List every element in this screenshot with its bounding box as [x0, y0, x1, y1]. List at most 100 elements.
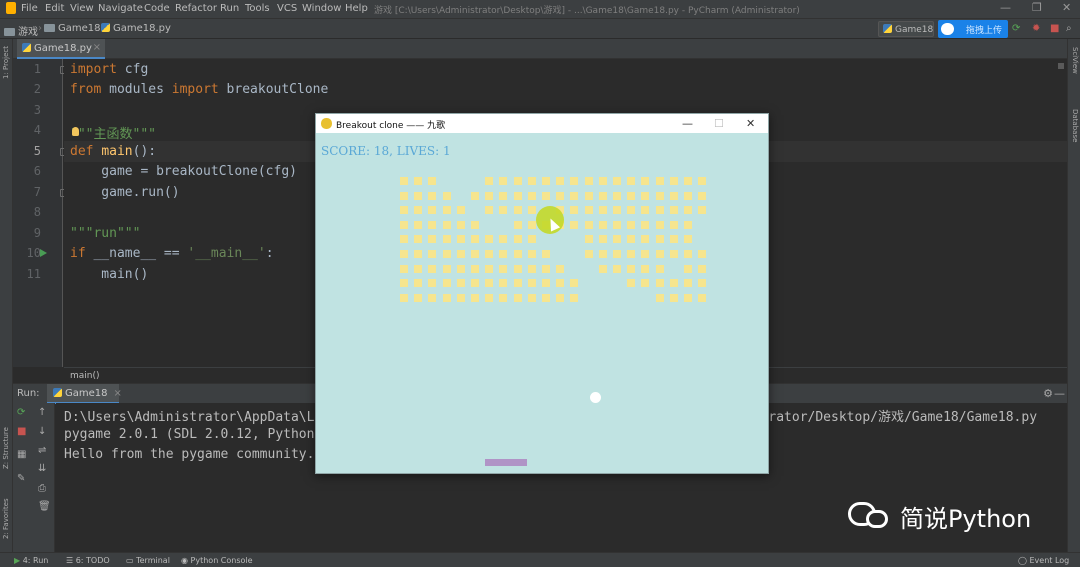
brick: [414, 265, 422, 273]
stop-icon[interactable]: ■: [1050, 23, 1059, 34]
event-log-tool-button[interactable]: ◯ Event Log: [1018, 556, 1069, 565]
brick: [542, 250, 550, 258]
line-number: 8: [33, 205, 41, 219]
restore-icon[interactable]: ❐: [1032, 1, 1042, 14]
tab-game18-py[interactable]: Game18.py ×: [17, 39, 105, 59]
brick: [400, 177, 408, 185]
down-icon[interactable]: ↓: [38, 426, 46, 437]
menu-vcs[interactable]: VCS: [277, 3, 297, 14]
brick: [485, 192, 493, 200]
brick: [471, 250, 479, 258]
brick: [585, 235, 593, 243]
brick: [656, 221, 664, 229]
brick: [556, 192, 564, 200]
database-tool-button[interactable]: Database: [1071, 109, 1079, 142]
watermark-text: 简说Python: [900, 505, 1032, 533]
close-icon[interactable]: ✕: [1062, 1, 1071, 14]
run-toolbar: ⟳ ↑ ■ ↓ ⇌ ▦ ⇊ ✎ ⎙ 🗑: [13, 403, 55, 552]
sciview-tool-button[interactable]: SciView: [1071, 47, 1079, 74]
brick: [457, 265, 465, 273]
trash-icon[interactable]: 🗑: [38, 501, 51, 512]
brick: [414, 206, 422, 214]
brick: [514, 294, 522, 302]
rerun-icon[interactable]: ⟳: [17, 407, 25, 418]
brick: [570, 294, 578, 302]
favorites-tool-button[interactable]: 2: Favorites: [2, 498, 10, 539]
brick: [641, 206, 649, 214]
brick: [499, 206, 507, 214]
brick: [485, 235, 493, 243]
search-icon[interactable]: ⌕: [1066, 23, 1072, 34]
breadcrumb-file[interactable]: Game18.py: [101, 23, 171, 34]
soft-wrap-icon[interactable]: ⇌: [38, 445, 46, 456]
brick: [471, 265, 479, 273]
game-maximize-icon[interactable]: ☐: [714, 117, 724, 130]
project-tool-button[interactable]: 1: Project: [2, 46, 10, 79]
brick: [499, 192, 507, 200]
menu-help[interactable]: Help: [345, 3, 368, 14]
menu-refactor[interactable]: Refactor: [175, 3, 217, 14]
intention-bulb-icon[interactable]: [72, 127, 79, 136]
menu-tools[interactable]: Tools: [245, 3, 270, 14]
menu-edit[interactable]: Edit: [45, 3, 64, 14]
scroll-to-end-icon[interactable]: ⇊: [38, 463, 46, 474]
print-icon[interactable]: ⎙: [38, 483, 46, 494]
game-window-titlebar[interactable]: Breakout clone —— 九歌 — ☐ ✕: [316, 114, 768, 133]
menu-file[interactable]: File: [21, 3, 38, 14]
gear-icon[interactable]: ⚙: [1043, 387, 1053, 400]
layout-icon[interactable]: ▦: [17, 449, 26, 460]
brick: [585, 206, 593, 214]
minimize-icon[interactable]: —: [1000, 1, 1011, 14]
brick: [542, 294, 550, 302]
menu-view[interactable]: View: [70, 3, 94, 14]
close-tab-icon[interactable]: ×: [93, 42, 101, 53]
game-close-icon[interactable]: ✕: [746, 117, 755, 130]
run-tool-button[interactable]: ▶ 4: Run: [14, 556, 48, 565]
menu-window[interactable]: Window: [302, 3, 341, 14]
brick: [499, 279, 507, 287]
run-icon[interactable]: ⟳: [1012, 23, 1020, 34]
run-tab-game18[interactable]: Game18 ×: [47, 384, 122, 404]
brick: [471, 192, 479, 200]
debug-icon[interactable]: ✹: [1032, 23, 1040, 34]
breadcrumb-folder[interactable]: Game18: [44, 23, 101, 34]
brick: [627, 221, 635, 229]
brick: [698, 294, 706, 302]
paddle[interactable]: [485, 459, 527, 466]
run-gutter-icon[interactable]: [40, 249, 47, 257]
game-minimize-icon[interactable]: —: [682, 117, 693, 130]
brick: [613, 235, 621, 243]
terminal-icon: ▭: [126, 556, 137, 565]
pin-icon[interactable]: ✎: [17, 473, 25, 484]
menu-run[interactable]: Run: [220, 3, 239, 14]
run-configuration-select[interactable]: Game18: [878, 21, 934, 37]
brick: [542, 279, 550, 287]
line-number: 9: [33, 226, 41, 240]
brick: [599, 177, 607, 185]
menu-code[interactable]: Code: [144, 3, 170, 14]
brick: [499, 265, 507, 273]
close-run-tab-icon[interactable]: ×: [114, 388, 122, 399]
brick: [599, 206, 607, 214]
inspection-indicator[interactable]: [1058, 63, 1064, 69]
hide-panel-icon[interactable]: —: [1054, 387, 1065, 400]
python-console-tool-button[interactable]: ◉ Python Console: [181, 556, 253, 565]
baidu-upload-button[interactable]: 拖拽上传: [938, 20, 1008, 38]
brick: [443, 294, 451, 302]
todo-tool-button[interactable]: ☰ 6: TODO: [66, 556, 110, 565]
brick: [627, 206, 635, 214]
brick: [428, 265, 436, 273]
code-line-2: from modules import breakoutClone: [70, 82, 329, 97]
brick: [585, 221, 593, 229]
brick: [542, 177, 550, 185]
brick: [599, 250, 607, 258]
brick: [414, 294, 422, 302]
terminal-tool-button[interactable]: ▭ Terminal: [126, 556, 170, 565]
stop-icon[interactable]: ■: [17, 426, 26, 437]
game-window[interactable]: Breakout clone —— 九歌 — ☐ ✕ SCORE: 18, LI…: [315, 113, 769, 474]
breadcrumb-project[interactable]: 游戏: [4, 23, 38, 38]
up-icon[interactable]: ↑: [38, 407, 46, 418]
menu-navigate[interactable]: Navigate: [98, 3, 143, 14]
python-file-icon: [101, 23, 110, 32]
structure-tool-button[interactable]: Z: Structure: [2, 427, 10, 469]
